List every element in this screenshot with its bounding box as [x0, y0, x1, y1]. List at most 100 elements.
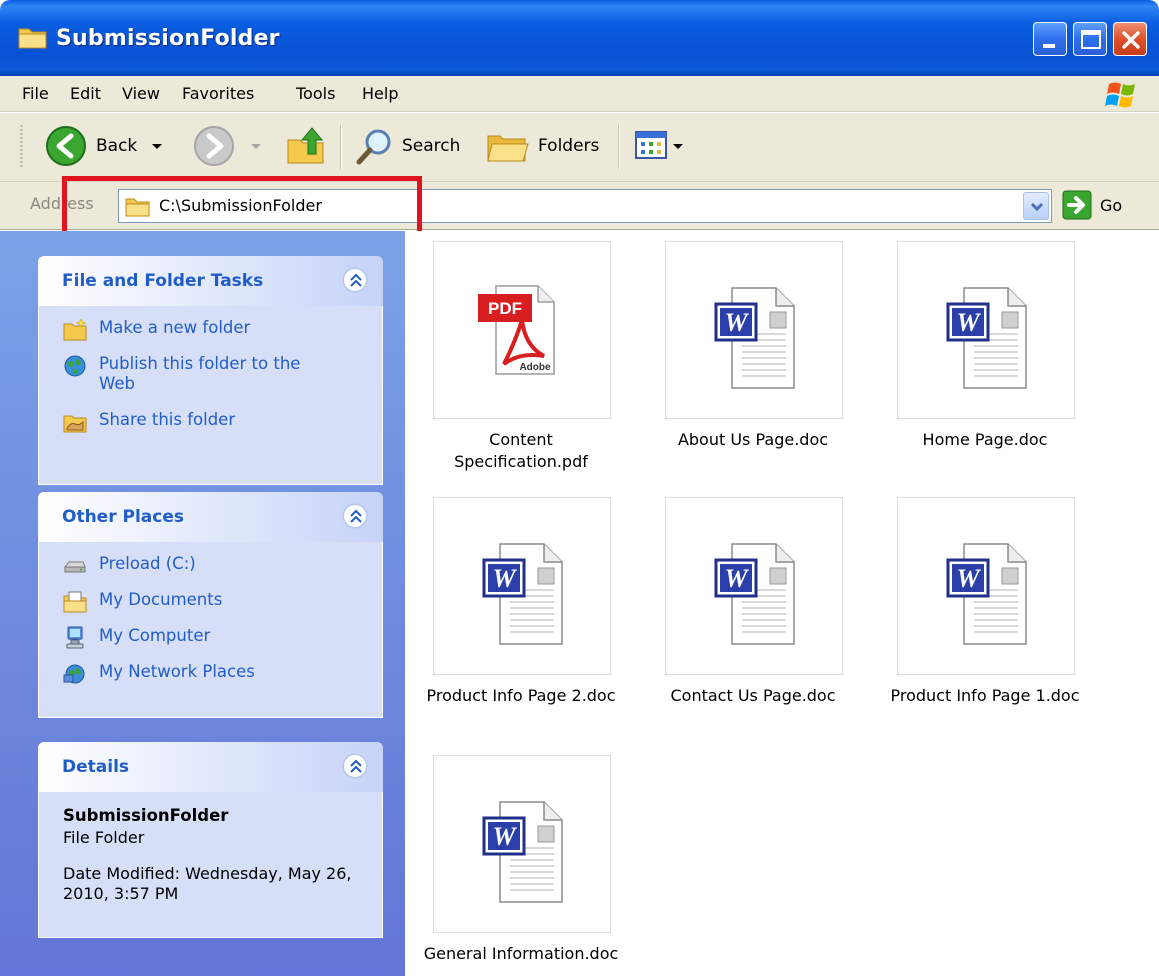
go-button[interactable]: Go: [1062, 190, 1122, 220]
place-my-computer[interactable]: My Computer: [63, 626, 210, 650]
chevron-down-icon[interactable]: [670, 136, 686, 156]
chevron-down-icon[interactable]: [246, 136, 266, 156]
collapse-button[interactable]: [343, 504, 367, 528]
window-title: SubmissionFolder: [56, 26, 280, 51]
maximize-button[interactable]: [1073, 22, 1107, 56]
file-name: Product Info Page 2.doc: [426, 686, 616, 705]
word-doc-icon: W: [482, 543, 563, 645]
toolbar-grip[interactable]: [20, 125, 23, 169]
up-folder-icon: [287, 127, 324, 164]
back-button[interactable]: Back: [44, 121, 167, 171]
details-type: File Folder: [63, 828, 145, 847]
panel-header[interactable]: Details: [38, 742, 383, 792]
explorer-window: SubmissionFolder File Edit View Favorite…: [0, 0, 1159, 976]
file-thumbnail: W: [665, 497, 843, 675]
title-bar[interactable]: SubmissionFolder: [0, 0, 1159, 76]
file-thumbnail: W: [897, 241, 1075, 419]
menu-file[interactable]: File: [22, 84, 49, 103]
panel-body: Preload (C:) My Documents My Computer My…: [38, 542, 383, 718]
my-computer-icon: [66, 626, 84, 649]
folder-icon: [18, 24, 48, 54]
panel-header[interactable]: File and Folder Tasks: [38, 256, 383, 306]
minimize-button[interactable]: [1033, 22, 1067, 56]
menu-view[interactable]: View: [122, 84, 160, 103]
panel-header[interactable]: Other Places: [38, 492, 383, 542]
new-folder-icon: [63, 318, 87, 341]
panel-title: File and Folder Tasks: [62, 271, 264, 291]
task-label: Make a new folder: [99, 318, 251, 337]
word-doc-icon: W: [714, 543, 795, 645]
views-button[interactable]: [634, 121, 686, 171]
go-arrow-icon: [1062, 190, 1092, 220]
place-preload-drive[interactable]: Preload (C:): [63, 554, 196, 578]
svg-text:W: W: [956, 308, 981, 337]
place-my-documents[interactable]: My Documents: [63, 590, 222, 614]
menu-help[interactable]: Help: [362, 84, 398, 103]
network-places-icon: [63, 664, 85, 684]
folders-label: Folders: [538, 136, 600, 156]
menu-bar: File Edit View Favorites Tools Help: [0, 76, 1159, 112]
task-label: Publish this folder to the Web: [99, 354, 301, 393]
file-thumbnail: W: [433, 497, 611, 675]
place-label: My Documents: [99, 590, 223, 609]
panel-body: Make a new folder Publish this folder to…: [38, 306, 383, 485]
file-name: Content Specification.pdf: [454, 430, 588, 471]
up-folder-button[interactable]: [286, 121, 326, 171]
word-doc-icon: W: [946, 543, 1027, 645]
folders-button[interactable]: Folders: [486, 121, 599, 171]
task-pane: File and Folder Tasks Make a new folder …: [0, 231, 405, 976]
double-chevron-up-icon: [350, 759, 362, 773]
search-icon: [356, 129, 391, 165]
pdf-file-icon: PDF Adobe: [478, 285, 555, 375]
file-folder-tasks-panel: File and Folder Tasks Make a new folder …: [38, 256, 383, 485]
file-name: About Us Page.doc: [677, 430, 829, 449]
file-thumbnail: W: [433, 755, 611, 933]
collapse-button[interactable]: [343, 754, 367, 778]
share-folder-icon: [63, 415, 87, 433]
globe-icon: [64, 355, 86, 377]
collapse-button[interactable]: [343, 268, 367, 292]
back-arrow-icon: [46, 126, 86, 166]
double-chevron-up-icon: [350, 509, 362, 523]
search-label: Search: [402, 136, 461, 156]
panel-title: Other Places: [62, 507, 184, 527]
close-button[interactable]: [1113, 22, 1147, 56]
hard-drive-icon: [63, 561, 86, 573]
svg-text:W: W: [956, 564, 981, 593]
svg-text:W: W: [724, 308, 749, 337]
task-make-folder[interactable]: Make a new folder: [63, 318, 250, 342]
toolbar: Back Search Folders: [0, 112, 1159, 182]
panel-body: SubmissionFolder File Folder Date Modifi…: [38, 792, 383, 938]
file-name: Product Info Page 1.doc: [890, 686, 1080, 705]
search-button[interactable]: Search: [354, 121, 460, 171]
file-thumbnail: PDF Adobe: [433, 241, 611, 419]
place-my-network-places[interactable]: My Network Places: [63, 662, 255, 686]
panel-title: Details: [62, 757, 130, 777]
menu-favorites[interactable]: Favorites: [182, 84, 254, 103]
task-share-folder[interactable]: Share this folder: [63, 410, 235, 434]
svg-text:W: W: [492, 564, 517, 593]
word-doc-icon: W: [714, 287, 795, 389]
task-label: Share this folder: [99, 410, 236, 429]
forward-button[interactable]: [192, 121, 266, 171]
word-doc-icon: W: [946, 287, 1027, 389]
toolbar-separator: [618, 125, 619, 169]
windows-logo-icon: [1103, 78, 1143, 114]
address-dropdown-button[interactable]: [1023, 192, 1049, 220]
word-doc-icon: W: [482, 801, 563, 903]
views-icon: [635, 131, 667, 159]
svg-text:W: W: [724, 564, 749, 593]
place-label: Preload (C:): [99, 554, 196, 573]
menu-tools[interactable]: Tools: [296, 84, 335, 103]
file-name: Home Page.doc: [922, 430, 1048, 449]
menu-edit[interactable]: Edit: [70, 84, 101, 103]
place-label: My Network Places: [99, 662, 255, 681]
double-chevron-up-icon: [350, 273, 362, 287]
details-name: SubmissionFolder: [63, 806, 229, 825]
close-icon: [1122, 31, 1140, 49]
file-thumbnail: W: [665, 241, 843, 419]
task-publish-web[interactable]: Publish this folder to the Web: [63, 354, 303, 394]
chevron-down-icon[interactable]: [147, 136, 167, 156]
details-date-modified: Date Modified: Wednesday, May 26, 2010, …: [63, 864, 352, 903]
minimize-icon: [1043, 44, 1055, 48]
